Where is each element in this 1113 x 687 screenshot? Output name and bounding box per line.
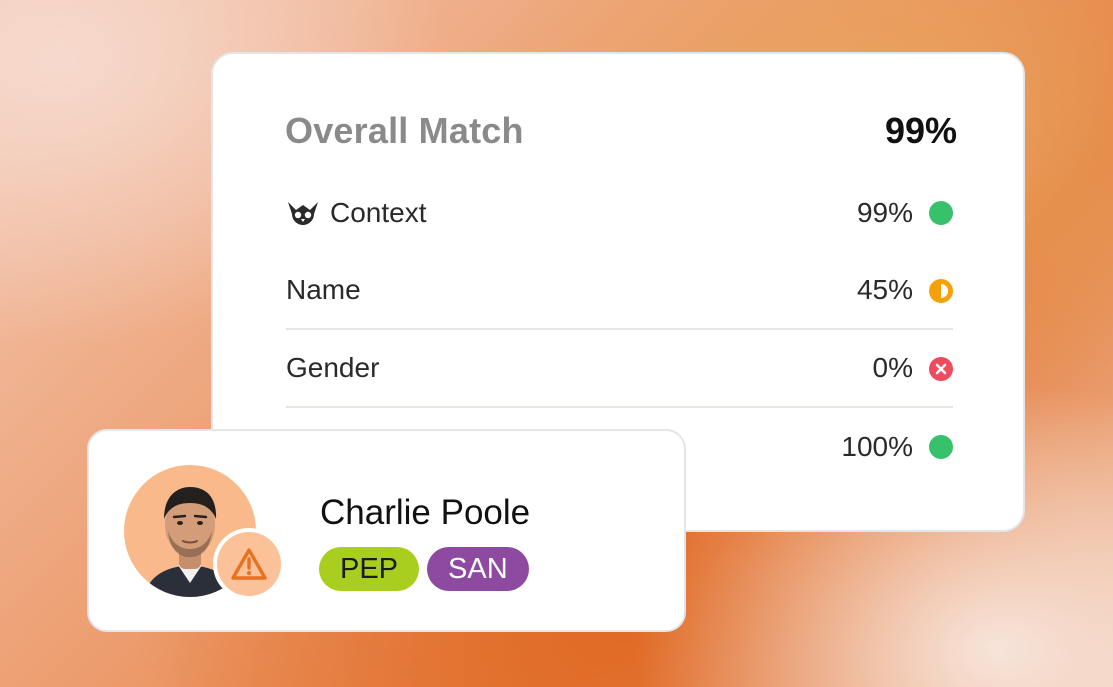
owl-logo-icon xyxy=(286,198,320,228)
match-row-name: Name 45% xyxy=(286,252,953,330)
green-dot-icon xyxy=(929,201,953,225)
warning-badge xyxy=(213,528,285,600)
profile-card[interactable]: Charlie Poole PEP SAN xyxy=(87,429,686,632)
match-row-context: Context 99% xyxy=(286,174,953,252)
match-header: Overall Match 99% xyxy=(285,110,957,152)
context-label: Context xyxy=(330,197,427,228)
half-circle-icon xyxy=(929,278,953,303)
overall-match-title: Overall Match xyxy=(285,110,524,151)
san-tag[interactable]: SAN xyxy=(427,547,529,591)
context-score: 99% xyxy=(856,197,913,228)
pep-tag[interactable]: PEP xyxy=(319,547,420,591)
warning-triangle-icon xyxy=(230,547,268,581)
x-circle-icon xyxy=(929,356,953,381)
green-dot-icon xyxy=(929,435,953,459)
gender-label: Gender xyxy=(286,352,380,383)
name-label: Name xyxy=(286,274,361,305)
gender-score: 0% xyxy=(872,352,913,383)
person-name: Charlie Poole xyxy=(320,493,531,532)
match-row-gender: Gender 0% xyxy=(286,330,953,408)
name-score: 45% xyxy=(856,274,913,305)
fourth-score: 100% xyxy=(841,431,913,462)
risk-tags: PEP SAN xyxy=(319,547,529,591)
overall-match-score: 99% xyxy=(884,110,957,151)
